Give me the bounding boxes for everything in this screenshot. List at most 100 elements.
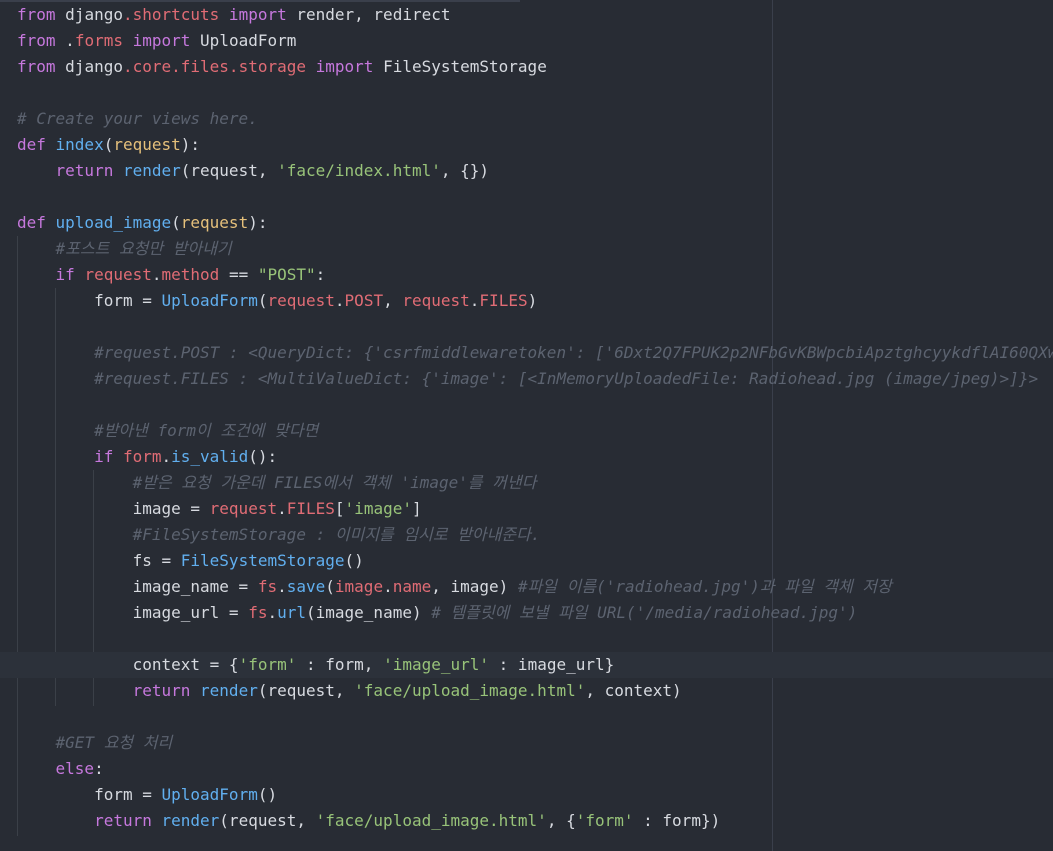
code-line[interactable]: image = request.FILES['image'] [17,496,1053,522]
code-token: . [65,31,75,50]
code-token: (request, [257,681,355,700]
code-token: #FileSystemStorage : 이미지를 임시로 받아내준다. [132,525,541,544]
code-token: from [17,31,66,50]
code-token: if [94,447,123,466]
code-line[interactable]: def index(request): [17,132,1053,158]
code-line[interactable]: return render(request, 'face/index.html'… [17,158,1053,184]
code-line[interactable]: return render(request, 'face/upload_imag… [17,808,1053,834]
code-token: .core.files.storage [122,57,306,76]
code-token: . [383,577,393,596]
code-line[interactable] [17,184,1053,210]
code-line[interactable]: #포스트 요청만 받아내기 [17,236,1053,262]
code-line[interactable]: form = UploadForm() [17,782,1053,808]
code-token: . [334,291,345,310]
code-token: UploadForm [161,785,258,804]
code-token: .shortcuts [122,5,220,24]
code-token: FileSystemStorage [180,551,345,570]
code-line[interactable]: def upload_image(request): [17,210,1053,236]
code-token: index [55,135,104,154]
code-token: (): [248,447,278,466]
code-token: image = [17,499,210,518]
code-token: request [180,213,249,232]
code-line[interactable]: context = {'form' : form, 'image_url' : … [0,652,1053,678]
code-line[interactable]: # Create your views here. [17,106,1053,132]
code-line[interactable]: #FileSystemStorage : 이미지를 임시로 받아내준다. [17,522,1053,548]
code-area[interactable]: from django.shortcuts import render, red… [0,2,1053,834]
code-token: (request, [180,161,278,180]
code-token: render [200,681,258,700]
code-line[interactable] [17,392,1053,418]
code-token: UploadForm [200,31,297,50]
code-token: ( [325,577,335,596]
code-token: ( [103,135,114,154]
code-token: [ [334,499,345,518]
code-token: #포스트 요청만 받아내기 [55,239,232,258]
code-line[interactable]: #받은 요청 가운데 FILES에서 객체 'image'를 꺼낸다 [17,470,1053,496]
code-token: ( [171,213,181,232]
code-line[interactable]: from django.shortcuts import render, red… [17,2,1053,28]
code-token: fs = [17,551,181,570]
code-token: , {}) [440,161,490,180]
code-token: request [402,291,470,310]
code-token: form = [17,291,162,310]
code-token: () [257,785,278,804]
code-line[interactable]: fs = FileSystemStorage() [17,548,1053,574]
code-line[interactable]: #request.FILES : <MultiValueDict: {'imag… [17,366,1053,392]
code-token: image [334,577,384,596]
code-token: render [161,811,220,830]
code-line[interactable]: #받아낸 form이 조건에 맞다면 [17,418,1053,444]
code-line[interactable]: #request.POST : <QueryDict: {'csrfmiddle… [17,340,1053,366]
code-token: request [113,135,181,154]
code-line[interactable]: from .forms import UploadForm [17,28,1053,54]
code-token: context = { [17,655,239,674]
code-line[interactable]: if form.is_valid(): [17,444,1053,470]
code-line[interactable]: form = UploadForm(request.POST, request.… [17,288,1053,314]
code-line[interactable]: else: [17,756,1053,782]
code-line[interactable] [17,626,1053,652]
code-token: () [344,551,364,570]
code-token: : image_url} [489,655,615,674]
code-editor[interactable]: from django.shortcuts import render, red… [0,0,1053,851]
code-token: , context) [585,681,682,700]
code-token: name [392,577,432,596]
code-line[interactable]: if request.method == "POST": [17,262,1053,288]
code-line[interactable]: image_name = fs.save(image.name, image) … [17,574,1053,600]
code-line[interactable] [17,314,1053,340]
code-token: fs [257,577,278,596]
code-token: request [209,499,278,518]
code-line[interactable]: #GET 요청 처리 [17,730,1053,756]
code-token: . [277,499,287,518]
code-token: is_valid [171,447,249,466]
code-token: if [55,265,85,284]
code-token: 'face/index.html' [277,161,441,180]
code-token: return [94,811,162,830]
code-token: ) [527,291,538,310]
code-token: url [277,603,306,622]
code-token: . [267,603,278,622]
code-token: import [219,5,297,24]
code-line[interactable]: image_url = fs.url(image_name) # 템플릿에 보낼… [17,600,1053,626]
code-token: form [122,447,162,466]
code-token: UploadForm [161,291,258,310]
code-line[interactable]: from django.core.files.storage import Fi… [17,54,1053,80]
code-line[interactable] [17,704,1053,730]
code-line[interactable] [17,80,1053,106]
code-token: method [161,265,220,284]
code-token: FILES [479,291,528,310]
code-token: "POST" [257,265,316,284]
code-token: 'image_url' [383,655,490,674]
code-token: # Create your views here. [17,109,258,128]
code-token: render, redirect [296,5,451,24]
code-token: ): [248,213,268,232]
code-line[interactable]: return render(request, 'face/upload_imag… [17,678,1053,704]
code-token: (request, [219,811,316,830]
code-token: ] [411,499,422,518]
code-token: 'form' [575,811,634,830]
